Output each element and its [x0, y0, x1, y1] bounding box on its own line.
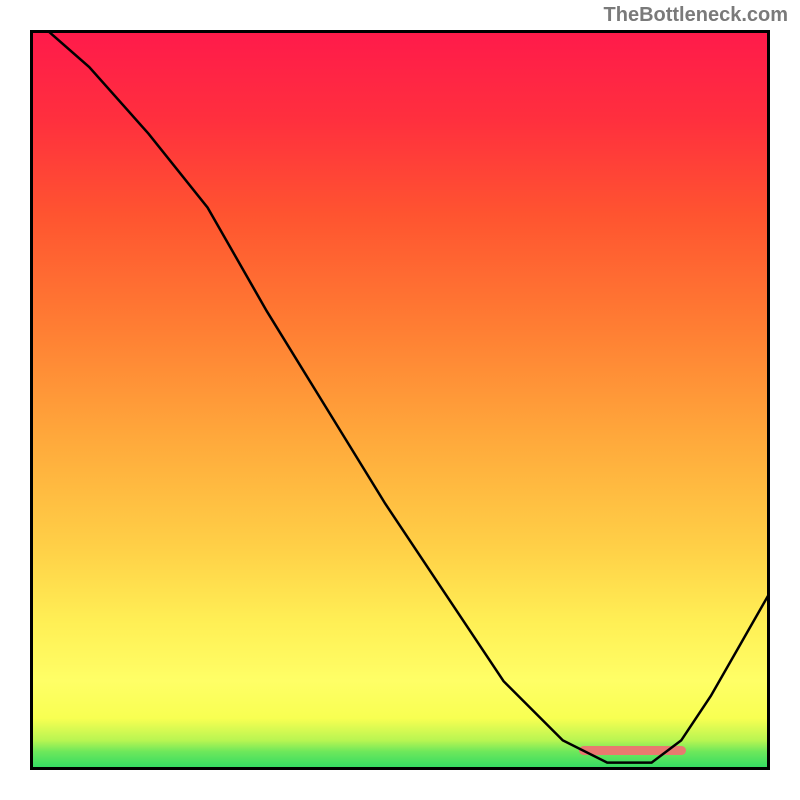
- chart-container: TheBottleneck.com: [0, 0, 800, 800]
- highlight-marker: [579, 746, 686, 755]
- gradient-background: [30, 30, 770, 770]
- watermark-text: TheBottleneck.com: [604, 4, 788, 27]
